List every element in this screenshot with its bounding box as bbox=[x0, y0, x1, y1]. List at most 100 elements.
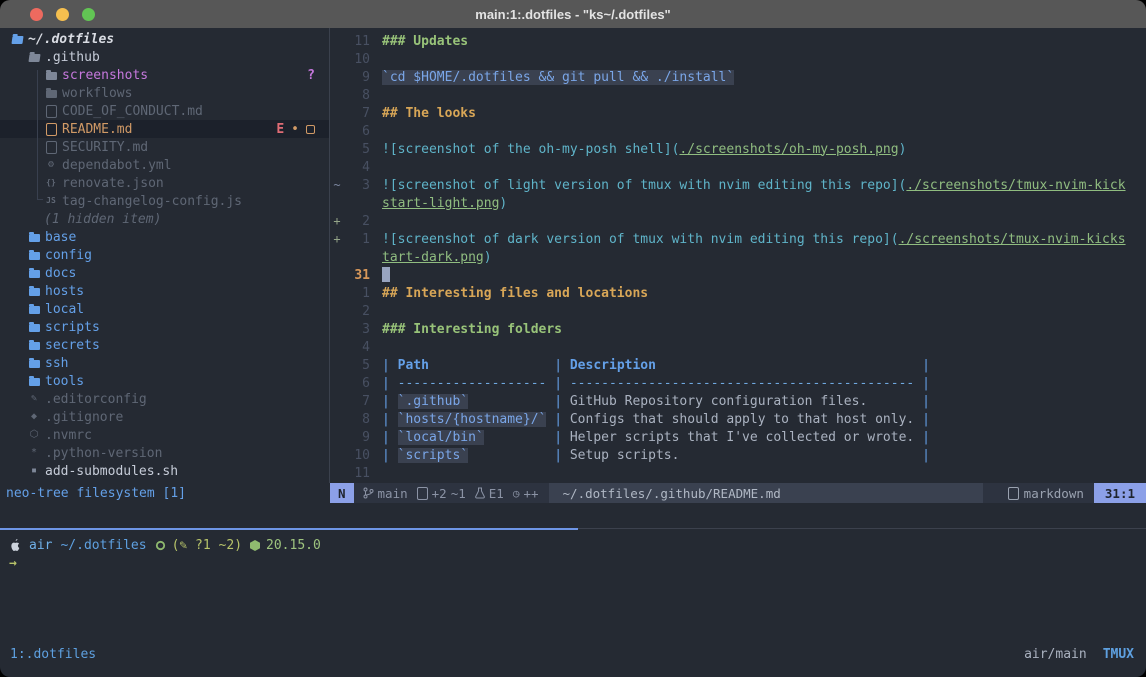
tree-item-base[interactable]: base bbox=[0, 228, 329, 246]
folder-open-icon bbox=[10, 34, 24, 44]
syntax-pipe: | bbox=[382, 358, 398, 373]
tree-item-security.md[interactable]: SECURITY.md bbox=[0, 138, 329, 156]
editor-line[interactable]: 5| Path | Description | bbox=[330, 356, 1146, 374]
editor-line[interactable]: 3### Interesting folders bbox=[330, 320, 1146, 338]
tree-item-.gitignore[interactable]: ◆.gitignore bbox=[0, 408, 329, 426]
hexagon-icon: ⬡ bbox=[27, 430, 41, 440]
prompt-cwd: ~/.dotfiles bbox=[60, 538, 146, 553]
tree-item-readme.md[interactable]: README.mdE• bbox=[0, 120, 329, 138]
tree-item-.python-version[interactable]: *.python-version bbox=[0, 444, 329, 462]
tree-item-~-.dotfiles[interactable]: ~/.dotfiles bbox=[0, 30, 329, 48]
editor-line[interactable]: start-light.png) bbox=[330, 194, 1146, 212]
editor-line[interactable]: 1## Interesting files and locations bbox=[330, 284, 1146, 302]
titlebar: main:1:.dotfiles - "ks~/.dotfiles" bbox=[0, 0, 1146, 28]
editor-line[interactable]: 9| `local/bin` | Helper scripts that I'v… bbox=[330, 428, 1146, 446]
folder-icon bbox=[27, 250, 41, 260]
editor-line[interactable]: 8| `hosts/{hostname}/` | Configs that sh… bbox=[330, 410, 1146, 428]
shell-pane[interactable]: air ~/.dotfiles (✎ ?1 ~2) 20.15.0 → bbox=[9, 536, 321, 572]
prompt-input-line[interactable]: → bbox=[9, 554, 321, 572]
tree-item-dependabot.yml[interactable]: ⚙dependabot.yml bbox=[0, 156, 329, 174]
tree-item-label: scripts bbox=[45, 320, 100, 335]
tree-item-local[interactable]: local bbox=[0, 300, 329, 318]
minimize-button[interactable] bbox=[56, 8, 69, 21]
tree-item-label: renovate.json bbox=[62, 176, 164, 191]
editor-line[interactable]: 6| ------------------- | ---------------… bbox=[330, 374, 1146, 392]
tree-item-ssh[interactable]: ssh bbox=[0, 354, 329, 372]
line-text: | ------------------- | ----------------… bbox=[370, 376, 930, 391]
tree-item-config[interactable]: config bbox=[0, 246, 329, 264]
syntax-cyan: ) bbox=[899, 142, 907, 157]
tree-item-add-submodules.sh[interactable]: ▪add-submodules.sh bbox=[0, 462, 329, 480]
syntax-text bbox=[914, 376, 922, 391]
line-number: 10 bbox=[344, 448, 370, 463]
prompt-host: air bbox=[29, 538, 52, 553]
terminal-window: ~/.dotfiles.githubscreenshots?workflowsC… bbox=[0, 28, 1146, 677]
error-badge: E bbox=[276, 122, 284, 137]
syntax-text bbox=[468, 394, 554, 409]
folder-icon bbox=[27, 268, 41, 278]
tree-item-.github[interactable]: .github bbox=[0, 48, 329, 66]
editor-line[interactable]: 4 bbox=[330, 158, 1146, 176]
gutter-sign: ~ bbox=[330, 178, 344, 192]
syntax-text bbox=[429, 358, 554, 373]
close-button[interactable] bbox=[30, 8, 43, 21]
tree-item-.editorconfig[interactable]: ✎.editorconfig bbox=[0, 390, 329, 408]
node-icon bbox=[250, 540, 260, 551]
unsaved-badge bbox=[306, 125, 315, 134]
editor-line[interactable]: 6 bbox=[330, 122, 1146, 140]
editor-line[interactable]: 2 bbox=[330, 302, 1146, 320]
tree-item-code-of-conduct.md[interactable]: CODE_OF_CONDUCT.md bbox=[0, 102, 329, 120]
tree-item-docs[interactable]: docs bbox=[0, 264, 329, 282]
editor-line[interactable]: 8 bbox=[330, 86, 1146, 104]
syntax-pipe: | bbox=[554, 358, 570, 373]
line-number: 1 bbox=[344, 232, 370, 247]
syntax-url: ./screenshots/tmux-nvim-kick bbox=[906, 178, 1125, 193]
editor-line[interactable]: ~3![screenshot of light version of tmux … bbox=[330, 176, 1146, 194]
tmux-status-bar: 1:.dotfiles air/main TMUX bbox=[0, 645, 1146, 663]
pane-divider-active bbox=[0, 528, 578, 530]
editor-line[interactable]: 7| `.github` | GitHub Repository configu… bbox=[330, 392, 1146, 410]
tree-item-tag-changelog-config.js[interactable]: JStag-changelog-config.js bbox=[0, 192, 329, 210]
editor-line[interactable]: 11### Updates bbox=[330, 32, 1146, 50]
tree-item-label: ~/.dotfiles bbox=[28, 32, 114, 47]
line-number: 11 bbox=[344, 466, 370, 481]
tmux-window[interactable]: 1:.dotfiles bbox=[10, 647, 96, 662]
editor-line[interactable]: +1![screenshot of dark version of tmux w… bbox=[330, 230, 1146, 248]
diff-modified: ~1 bbox=[451, 486, 466, 501]
syntax-pipe: | bbox=[922, 412, 930, 427]
line-text: ## The looks bbox=[370, 106, 476, 121]
editor-line[interactable]: 10| `scripts` | Setup scripts. | bbox=[330, 446, 1146, 464]
editor-line[interactable]: 5![screenshot of the oh-my-posh shell](.… bbox=[330, 140, 1146, 158]
line-text: tart-dark.png) bbox=[370, 250, 492, 265]
tree-item-.nvmrc[interactable]: ⬡.nvmrc bbox=[0, 426, 329, 444]
error-count: E1 bbox=[489, 486, 504, 501]
cursor-position: 31:1 bbox=[1094, 483, 1146, 503]
syntax-pipe: | bbox=[554, 430, 570, 445]
editor-line[interactable]: +2 bbox=[330, 212, 1146, 230]
tree-item-hosts[interactable]: hosts bbox=[0, 282, 329, 300]
zoom-button[interactable] bbox=[82, 8, 95, 21]
line-number: 9 bbox=[344, 430, 370, 445]
tree-item-renovate.json[interactable]: {}renovate.json bbox=[0, 174, 329, 192]
tree-item-secrets[interactable]: secrets bbox=[0, 336, 329, 354]
editor-line[interactable]: tart-dark.png) bbox=[330, 248, 1146, 266]
syntax-text: Helper scripts that I've collected or wr… bbox=[570, 430, 922, 445]
editor-line[interactable]: 11 bbox=[330, 464, 1146, 482]
folder-icon bbox=[27, 232, 41, 242]
syntax-url: ./screenshots/oh-my-posh.png bbox=[679, 142, 898, 157]
editor-line[interactable]: 7## The looks bbox=[330, 104, 1146, 122]
editor-line[interactable]: 9`cd $HOME/.dotfiles && git pull && ./in… bbox=[330, 68, 1146, 86]
traffic-lights bbox=[30, 8, 95, 21]
editor-line[interactable]: 4 bbox=[330, 338, 1146, 356]
tree-item-screenshots[interactable]: screenshots? bbox=[0, 66, 329, 84]
tree-item--1-hidden-item-[interactable]: (1 hidden item) bbox=[0, 210, 329, 228]
tree-item-scripts[interactable]: scripts bbox=[0, 318, 329, 336]
tree-item-tools[interactable]: tools bbox=[0, 372, 329, 390]
syntax-pipe: | bbox=[554, 376, 570, 391]
editor-pane[interactable]: 11### Updates109`cd $HOME/.dotfiles && g… bbox=[330, 28, 1146, 483]
js-icon: JS bbox=[44, 197, 58, 205]
editor-line[interactable]: 10 bbox=[330, 50, 1146, 68]
window-title: main:1:.dotfiles - "ks~/.dotfiles" bbox=[475, 7, 670, 22]
editor-line[interactable]: 31 bbox=[330, 266, 1146, 284]
tree-item-workflows[interactable]: workflows bbox=[0, 84, 329, 102]
